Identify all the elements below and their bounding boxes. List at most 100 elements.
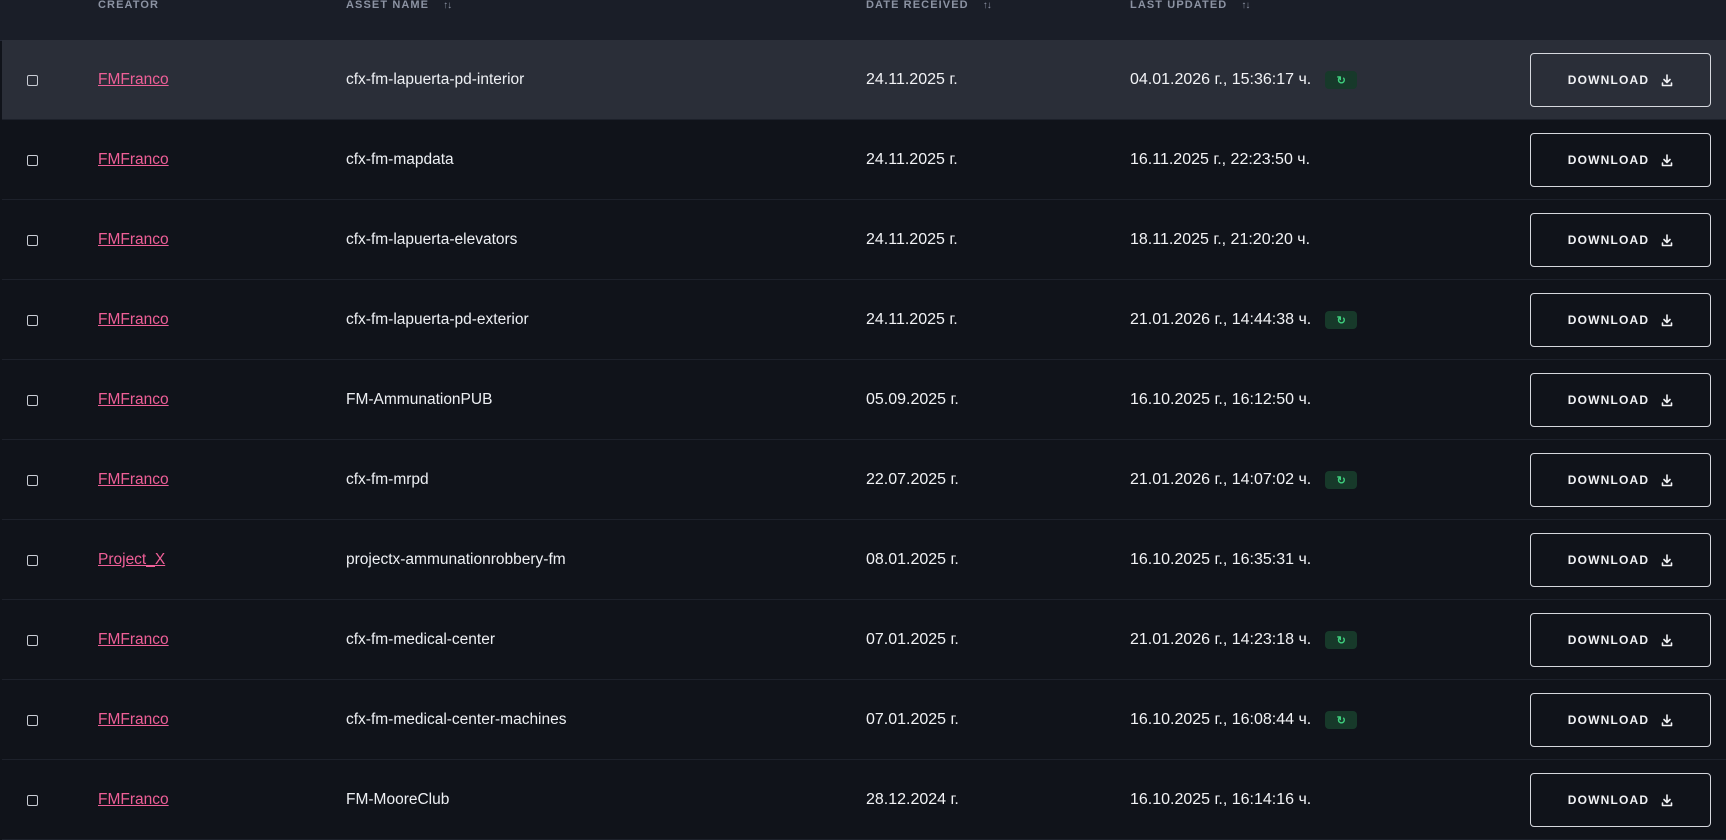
download-button[interactable]: DOWNLOAD	[1530, 293, 1711, 347]
column-header-last-updated-label: LAST UPDATED	[1130, 0, 1228, 11]
download-cell: DOWNLOAD	[1530, 520, 1711, 600]
column-header-creator-label: CREATOR	[98, 0, 160, 11]
last-updated-cell: 16.10.2025 г., 16:08:44 ч. ↻	[1130, 680, 1358, 760]
download-button[interactable]: DOWNLOAD	[1530, 613, 1711, 667]
download-button-label: DOWNLOAD	[1567, 713, 1650, 727]
download-cell: DOWNLOAD	[1530, 360, 1711, 440]
date-received: 24.11.2025 г.	[866, 311, 958, 328]
table-row: FMFranco cfx-fm-mrpd 22.07.2025 г. 21.01…	[2, 440, 1726, 520]
row-checkbox[interactable]	[27, 154, 38, 166]
asset-name: cfx-fm-medical-center	[346, 631, 495, 648]
table-row: FMFranco cfx-fm-medical-center 07.01.202…	[2, 600, 1726, 680]
creator-link[interactable]: FMFranco	[98, 311, 169, 329]
download-button[interactable]: DOWNLOAD	[1530, 693, 1711, 747]
table-row: FMFranco FM-AmmunationPUB 05.09.2025 г. …	[2, 360, 1726, 440]
asset-name: cfx-fm-mapdata	[346, 151, 454, 168]
creator-link[interactable]: Project_X	[98, 551, 165, 569]
last-updated-cell: 16.11.2025 г., 22:23:50 ч.	[1130, 120, 1310, 200]
asset-name: cfx-fm-lapuerta-elevators	[346, 231, 518, 248]
download-button[interactable]: DOWNLOAD	[1530, 533, 1711, 587]
row-checkbox[interactable]	[27, 714, 38, 726]
column-header-creator: CREATOR	[98, 0, 159, 12]
creator-cell: Project_X	[98, 520, 165, 600]
row-checkbox[interactable]	[27, 314, 38, 326]
download-button-label: DOWNLOAD	[1567, 233, 1650, 247]
update-available-icon: ↻	[1325, 71, 1358, 89]
download-button-label: DOWNLOAD	[1567, 633, 1650, 647]
column-header-date-received[interactable]: DATE RECEIVED ↑↓	[866, 0, 992, 12]
asset-name: cfx-fm-lapuerta-pd-exterior	[346, 311, 529, 328]
assets-table: CREATOR ASSET NAME ↑↓ DATE RECEIVED ↑↓ L…	[0, 0, 1726, 840]
row-checkbox[interactable]	[27, 234, 38, 246]
asset-name: FM-MooreClub	[346, 791, 450, 808]
creator-link[interactable]: FMFranco	[98, 71, 169, 89]
last-updated: 16.10.2025 г., 16:35:31 ч.	[1130, 551, 1312, 568]
download-button[interactable]: DOWNLOAD	[1530, 213, 1711, 267]
date-received: 24.11.2025 г.	[866, 151, 958, 168]
creator-link[interactable]: FMFranco	[98, 471, 169, 489]
row-checkbox[interactable]	[27, 474, 38, 486]
last-updated-cell: 18.11.2025 г., 21:20:20 ч.	[1130, 200, 1310, 280]
sort-icon[interactable]: ↑↓	[443, 0, 452, 11]
last-updated-cell: 21.01.2026 г., 14:44:38 ч. ↻	[1130, 280, 1358, 360]
creator-link[interactable]: FMFranco	[98, 231, 169, 249]
last-updated: 21.01.2026 г., 14:23:18 ч.	[1130, 631, 1312, 648]
creator-cell: FMFranco	[98, 360, 169, 440]
row-checkbox-cell	[27, 600, 38, 680]
date-received: 22.07.2025 г.	[866, 471, 959, 488]
column-header-last-updated[interactable]: LAST UPDATED ↑↓	[1130, 0, 1250, 12]
creator-cell: FMFranco	[98, 600, 169, 680]
row-checkbox-cell	[27, 520, 38, 600]
creator-cell: FMFranco	[98, 200, 169, 280]
row-checkbox-cell	[27, 120, 38, 200]
column-header-asset-name[interactable]: ASSET NAME ↑↓	[346, 0, 452, 12]
creator-cell: FMFranco	[98, 760, 169, 840]
download-button-label: DOWNLOAD	[1567, 153, 1650, 167]
download-icon	[1661, 473, 1673, 486]
download-cell: DOWNLOAD	[1530, 600, 1711, 680]
download-cell: DOWNLOAD	[1530, 760, 1711, 840]
sort-icon[interactable]: ↑↓	[1241, 0, 1250, 11]
download-button[interactable]: DOWNLOAD	[1530, 373, 1711, 427]
row-checkbox[interactable]	[27, 394, 38, 406]
row-checkbox-cell	[27, 760, 38, 840]
creator-link[interactable]: FMFranco	[98, 151, 169, 169]
row-checkbox-cell	[27, 680, 38, 760]
download-button-label: DOWNLOAD	[1567, 473, 1650, 487]
download-button[interactable]: DOWNLOAD	[1530, 133, 1711, 187]
column-header-date-received-label: DATE RECEIVED	[866, 0, 969, 11]
download-icon	[1661, 233, 1673, 246]
update-available-icon: ↻	[1325, 471, 1358, 489]
row-checkbox[interactable]	[27, 794, 38, 806]
last-updated: 16.10.2025 г., 16:12:50 ч.	[1130, 391, 1312, 408]
download-icon	[1661, 393, 1673, 406]
table-row: FMFranco cfx-fm-lapuerta-pd-interior 24.…	[2, 40, 1726, 120]
creator-link[interactable]: FMFranco	[98, 711, 169, 729]
download-cell: DOWNLOAD	[1530, 200, 1711, 280]
last-updated-cell: 16.10.2025 г., 16:35:31 ч.	[1130, 520, 1311, 600]
row-checkbox[interactable]	[27, 634, 38, 646]
last-updated: 21.01.2026 г., 14:07:02 ч.	[1130, 471, 1312, 488]
creator-cell: FMFranco	[98, 440, 169, 520]
last-updated-cell: 21.01.2026 г., 14:07:02 ч. ↻	[1130, 440, 1358, 520]
download-button[interactable]: DOWNLOAD	[1530, 53, 1711, 107]
asset-name: cfx-fm-medical-center-machines	[346, 711, 567, 728]
table-row: FMFranco FM-MooreClub 28.12.2024 г. 16.1…	[2, 760, 1726, 840]
sort-icon[interactable]: ↑↓	[983, 0, 992, 11]
row-checkbox-cell	[27, 440, 38, 520]
download-cell: DOWNLOAD	[1530, 40, 1711, 120]
last-updated-cell: 04.01.2026 г., 15:36:17 ч. ↻	[1130, 40, 1358, 120]
creator-link[interactable]: FMFranco	[98, 391, 169, 409]
download-button[interactable]: DOWNLOAD	[1530, 773, 1711, 827]
date-received: 24.11.2025 г.	[866, 231, 958, 248]
date-received: 05.09.2025 г.	[866, 391, 959, 408]
row-checkbox[interactable]	[27, 554, 38, 566]
download-icon	[1661, 153, 1673, 166]
download-button[interactable]: DOWNLOAD	[1530, 453, 1711, 507]
creator-link[interactable]: FMFranco	[98, 631, 169, 649]
creator-link[interactable]: FMFranco	[98, 791, 169, 809]
date-received: 07.01.2025 г.	[866, 631, 959, 648]
download-icon	[1661, 313, 1673, 326]
table-row: FMFranco cfx-fm-medical-center-machines …	[2, 680, 1726, 760]
row-checkbox[interactable]	[27, 74, 38, 86]
